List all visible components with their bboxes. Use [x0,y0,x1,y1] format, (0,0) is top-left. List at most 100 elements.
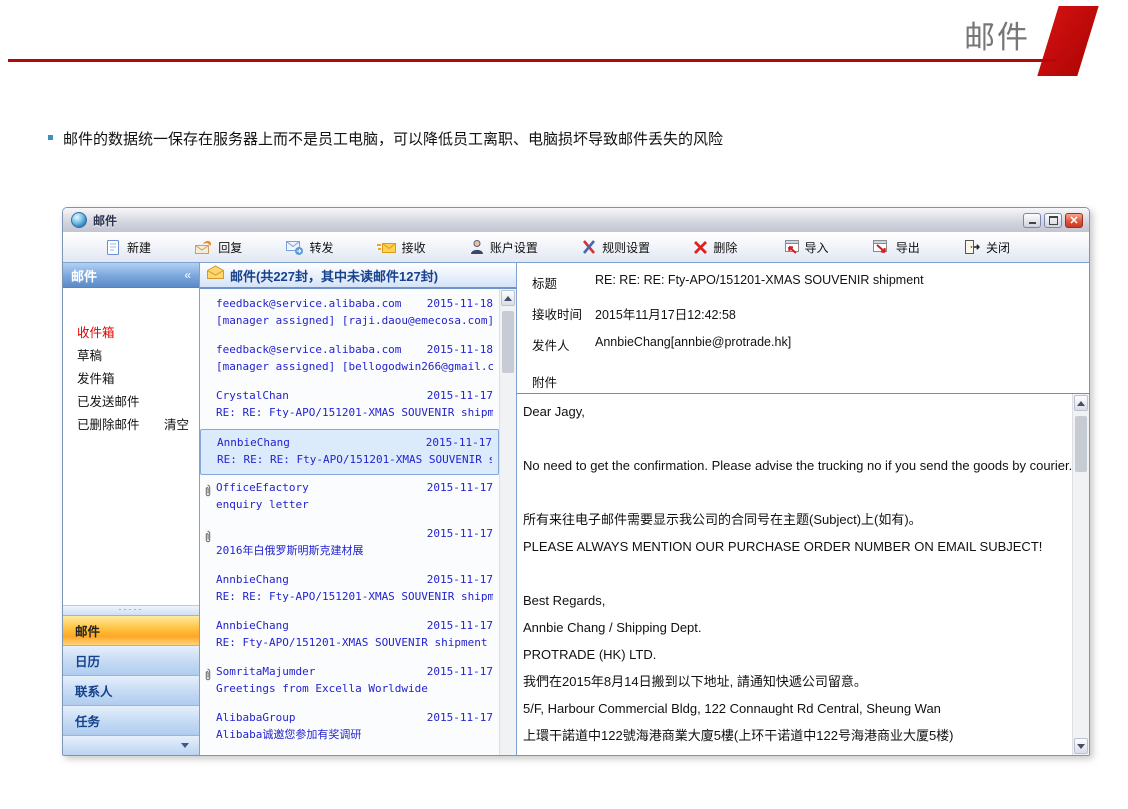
scroll-up-icon [504,296,512,301]
nav-band-0[interactable]: 邮件 [63,615,199,645]
mail-subject: 2016年白俄罗斯明斯克建材展 [216,543,493,558]
close-window-button[interactable]: ✕ [1065,213,1083,228]
maximize-button[interactable] [1044,213,1062,228]
rules-icon [581,239,597,255]
reading-body: Dear Jagy, No need to get the confirmati… [517,394,1089,755]
scrollbar-thumb[interactable] [502,311,514,373]
reading-fields: 标题RE: RE: RE: Fty-APO/151201-XMAS SOUVEN… [517,263,1089,394]
mail-list-item[interactable]: OfficeEfactory2015-11-17 enquiry letter [200,475,499,521]
toolbar-button-reply[interactable]: 回复 [191,237,245,258]
scroll-up-button[interactable] [1074,395,1088,411]
mail-list-item[interactable]: feedback@service.alibaba.com2015-11-18[m… [200,291,499,337]
mail-list-scrollbar[interactable] [499,289,516,755]
mail-date: 2015-11-17 [427,572,493,587]
mail-subject: RE: RE: Fty-APO/151201-XMAS SOUVENIR shi… [216,589,493,604]
mail-list-item[interactable]: AnnbieChang2015-11-17RE: RE: RE: Fty-APO… [200,429,499,475]
scroll-up-icon [1077,401,1085,406]
mail-subject: enquiry letter [216,497,493,512]
body-paragraph: Annbie Chang / Shipping Dept. [523,614,1065,641]
toolbar-button-close[interactable]: 关闭 [960,237,1013,258]
folder-item-3[interactable]: 已发送邮件 [63,391,199,414]
toolbar-button-import[interactable]: 导入 [778,237,832,258]
mail-item-row: OfficeEfactory2015-11-17 [216,480,493,495]
toolbar-button-label: 账户设置 [490,239,538,256]
mail-subject: RE: RE: RE: Fty-APO/151201-XMAS SOUVENIR… [217,452,492,467]
toolbar-button-new[interactable]: 新建 [101,237,154,258]
delete-icon [693,240,708,255]
mail-list-item[interactable]: AnnbieChang2015-11-17RE: RE: Fty-APO/151… [200,567,499,613]
toolbar-button-forward[interactable]: 转发 [282,237,336,258]
mail-list-item[interactable]: 2015-11-17 2016年白俄罗斯明斯克建材展 [200,521,499,567]
mail-date: 2015-11-17 [427,618,493,633]
folder-item-1[interactable]: 草稿 [63,345,199,368]
folder-item-0[interactable]: 收件箱 [63,322,199,345]
minimize-button[interactable] [1023,213,1041,228]
reading-body-text: Dear Jagy, No need to get the confirmati… [523,398,1065,749]
body-paragraph [523,479,1065,506]
mail-list-item[interactable]: AlibabaGroup2015-11-17 Alibaba诚邀您参加有奖调研 [200,705,499,751]
mail-date: 2015-11-17 [426,435,492,450]
scroll-up-button[interactable] [501,290,515,306]
sidebar: 邮件 « 收件箱草稿发件箱已发送邮件已删除邮件清空 ····· 邮件日历联系人任… [63,263,200,755]
reading-scrollbar[interactable] [1072,394,1089,755]
toolbar-button-delete[interactable]: 删除 [690,237,740,258]
body-paragraph: No need to get the confirmation. Please … [523,452,1065,479]
mail-item-row: feedback@service.alibaba.com2015-11-18 [216,342,493,357]
mail-subject: RE: RE: Fty-APO/151201-XMAS SOUVENIR shi… [216,405,493,420]
body-paragraph: 上環干諾道中122號海港商業大廈5樓(上环干诺道中122号海港商业大厦5楼) [523,722,1065,749]
toolbar-button-account[interactable]: 账户设置 [466,237,541,258]
body-paragraph: PROTRADE (HK) LTD. [523,641,1065,668]
sidebar-header: 邮件 « [63,263,199,288]
mail-item-row: AlibabaGroup2015-11-17 [216,710,493,725]
toolbar-button-label: 新建 [127,239,151,256]
nav-band-2[interactable]: 联系人 [63,675,199,705]
mail-list-count: 邮件(共227封，其中未读邮件127封) [230,266,438,285]
mail-subject: [manager assigned] [bellogodwin266@gmail… [216,359,493,374]
folder-action-clear[interactable]: 清空 [164,414,189,437]
toolbar-button-receive[interactable]: 接收 [374,237,429,258]
import-icon [781,239,800,255]
mail-list-item[interactable]: feedback@service.alibaba.com2015-11-17 [200,751,499,755]
slide-page: { "page": { "title": "邮件", "bullet": "邮件… [0,0,1128,809]
mail-sender: SomritaMajumder [216,664,315,679]
folder-item-4[interactable]: 已删除邮件清空 [63,414,199,437]
close-icon [963,239,981,255]
body-paragraph: Dear Jagy, [523,398,1065,425]
mail-app-window: 邮件 ✕ 新建 回复 转发 接收 账户设置 规则设置 删除 导入 导出 关闭 邮件 « 收件箱草稿… [62,207,1090,756]
receive-icon [377,240,397,255]
mail-item-row: 2015-11-17 [216,526,493,541]
toolbar-button-rules[interactable]: 规则设置 [578,237,653,258]
toolbar-button-export[interactable]: 导出 [869,237,923,258]
toolbar-buttons: 新建 回复 转发 接收 账户设置 规则设置 删除 导入 导出 关闭 [101,232,1013,262]
nav-band-1[interactable]: 日历 [63,645,199,675]
nav-band-label: 联系人 [75,681,113,700]
mail-list-item[interactable]: AnnbieChang 2015-11-17 RE: Fty-APO/151201-… [200,613,499,659]
mail-list-item[interactable]: CrystalChan 2015-11-17 RE: RE: Fty-APO/151… [200,383,499,429]
folder-item-2[interactable]: 发件箱 [63,368,199,391]
mail-date: 2015-11-17 [427,526,493,541]
red-parallelogram-decoration [1037,6,1098,76]
nav-overflow-band[interactable] [63,735,199,755]
mail-subject: Alibaba诚邀您参加有奖调研 [216,727,493,742]
toolbar-button-label: 接收 [402,239,426,256]
sidebar-collapse-button[interactable]: « [184,268,191,282]
mail-subject: RE: Fty-APO/151201-XMAS SOUVENIR shipmen… [216,635,493,650]
mail-item-row: CrystalChan 2015-11-17 [216,388,493,403]
mail-date: 2015-11-18 [427,342,493,357]
mail-sender: CrystalChan [216,388,289,403]
mail-sender: AnnbieChang [216,618,289,633]
nav-band-3[interactable]: 任务 [63,705,199,735]
scroll-down-icon [1077,744,1085,749]
scrollbar-thumb[interactable] [1075,416,1087,472]
mail-date: 2015-11-17 [427,388,493,403]
mail-list-envelope-icon [206,265,225,285]
folder-label: 收件箱 [77,322,115,345]
paperclip-icon [203,668,212,685]
scroll-down-button[interactable] [1074,738,1088,754]
sidebar-splitter[interactable]: ····· [63,605,199,615]
mail-list-item[interactable]: feedback@service.alibaba.com2015-11-18 [m… [200,337,499,383]
export-icon [872,239,891,255]
mail-list-item[interactable]: SomritaMajumder2015-11-17Greetings from … [200,659,499,705]
window-titlebar[interactable]: 邮件 ✕ [63,208,1089,233]
forward-icon [285,239,304,255]
